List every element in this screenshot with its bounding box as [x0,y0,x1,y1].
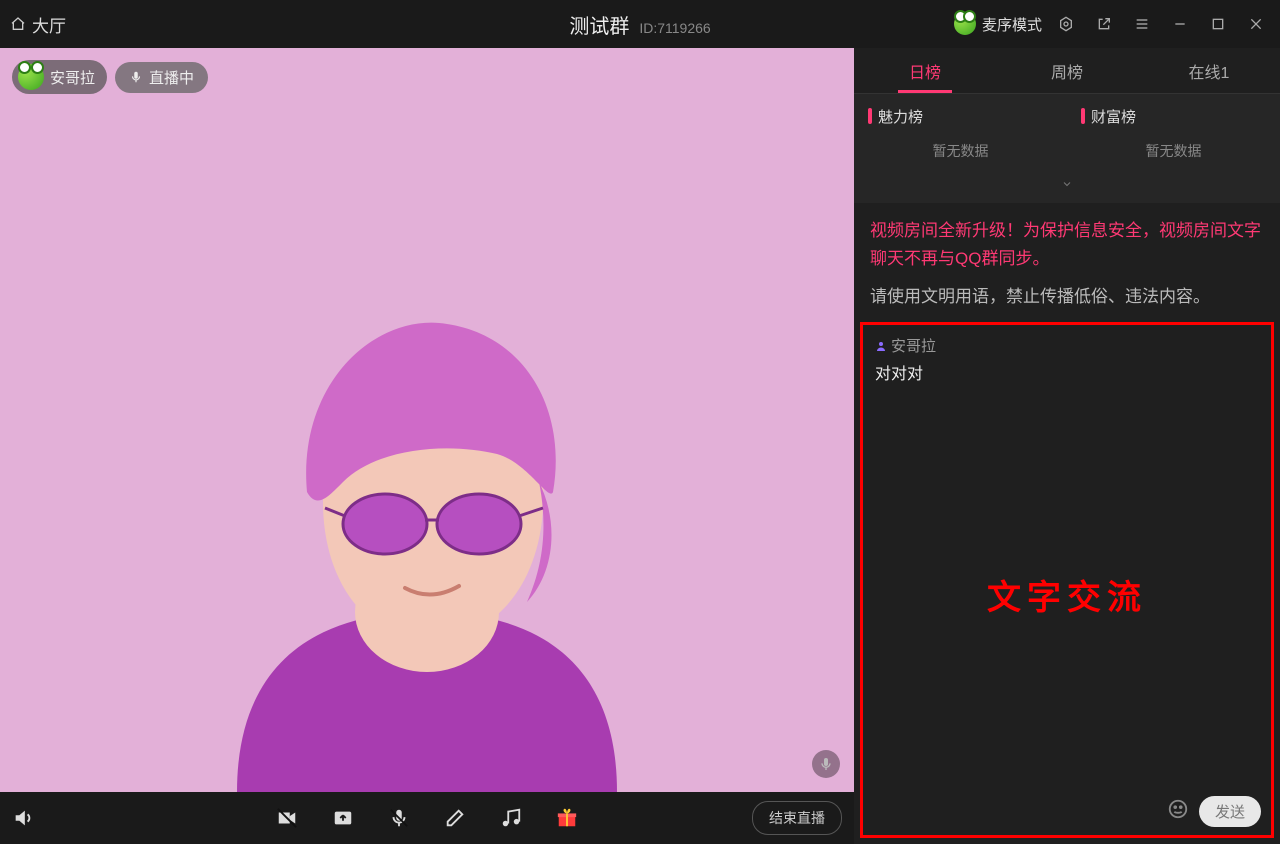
title-bar: 大厅 测试群 ID:7119266 麦序模式 [0,0,1280,48]
smile-icon [1167,798,1189,820]
video-controls: 结束直播 [0,792,854,844]
charm-nodata: 暂无数据 [854,141,1067,161]
tab-daily[interactable]: 日榜 [854,48,996,93]
maximize-icon [1210,16,1226,32]
ranking-subpanel: 魅力榜 财富榜 暂无数据 暂无数据 [854,94,1280,203]
share-button[interactable] [332,807,354,829]
host-name: 安哥拉 [50,67,95,88]
mic-mode-button[interactable]: 麦序模式 [954,13,1042,35]
lobby-label: 大厅 [32,12,66,37]
chat-messages: 安哥拉 对对对 [863,325,1271,787]
collapse-toggle[interactable] [854,173,1280,203]
ranking-tabs: 日榜 周榜 在线1 [854,48,1280,94]
title-center: 测试群 ID:7119266 [569,10,710,39]
camera-off-icon [276,807,298,829]
lobby-button[interactable]: 大厅 [10,12,66,37]
close-icon [1248,16,1264,32]
subtab-charm[interactable]: 魅力榜 [854,106,1067,127]
settings-button[interactable] [1052,10,1080,38]
chat-rules: 请使用文明用语，禁止传播低俗、违法内容。 [854,279,1280,322]
minimize-button[interactable] [1166,10,1194,38]
side-panel: 日榜 周榜 在线1 魅力榜 财富榜 暂无数据 暂无数据 视频房间全新升级！为保护… [854,48,1280,844]
emoji-button[interactable] [1167,798,1189,825]
group-id: ID:7119266 [639,20,710,36]
tab-online[interactable]: 在线1 [1138,48,1280,93]
speaker-icon [12,807,34,829]
avatar-illustration [147,232,707,792]
share-screen-icon [332,807,354,829]
menu-button[interactable] [1128,10,1156,38]
frog-avatar-icon [18,64,44,90]
mic-button[interactable] [388,807,410,829]
tab-weekly[interactable]: 周榜 [996,48,1138,93]
mic-icon [129,70,143,84]
chat-message-user[interactable]: 安哥拉 [875,335,1259,356]
send-button[interactable]: 发送 [1199,796,1261,827]
maximize-button[interactable] [1204,10,1232,38]
live-badge-label: 直播中 [149,67,194,88]
mic-mode-label: 麦序模式 [982,14,1042,35]
gift-button[interactable] [556,807,578,829]
frog-avatar-icon [954,13,976,35]
gift-icon [556,807,578,829]
music-button[interactable] [500,807,522,829]
music-icon [500,807,522,829]
wealth-nodata: 暂无数据 [1067,141,1280,161]
popout-button[interactable] [1090,10,1118,38]
app-window: 大厅 测试群 ID:7119266 麦序模式 [0,0,1280,844]
user-badge-icon [875,340,887,352]
group-name: 测试群 [569,10,629,39]
volume-button[interactable] [12,807,34,829]
upgrade-notice: 视频房间全新升级！为保护信息安全，视频房间文字聊天不再与QQ群同步。 [854,203,1280,279]
gear-icon [1058,16,1074,32]
mic-off-icon [388,807,410,829]
chat-message-text: 对对对 [875,360,1259,384]
minimize-icon [1172,16,1188,32]
end-live-button[interactable]: 结束直播 [752,801,842,835]
edit-icon [444,807,466,829]
subtab-wealth[interactable]: 财富榜 [1067,106,1280,127]
video-area: 安哥拉 直播中 [0,48,854,792]
host-pill[interactable]: 安哥拉 [12,60,107,94]
mic-status-icon[interactable] [812,750,840,778]
edit-button[interactable] [444,807,466,829]
popout-icon [1096,16,1112,32]
camera-button[interactable] [276,807,298,829]
chevron-down-icon [1056,178,1078,190]
home-icon [10,16,26,32]
chat-box: 安哥拉 对对对 文字交流 发送 [860,322,1274,838]
close-button[interactable] [1242,10,1270,38]
menu-icon [1134,16,1150,32]
live-badge[interactable]: 直播中 [115,62,208,93]
chat-input-bar: 发送 [863,787,1271,835]
video-column: 安哥拉 直播中 [0,48,854,844]
